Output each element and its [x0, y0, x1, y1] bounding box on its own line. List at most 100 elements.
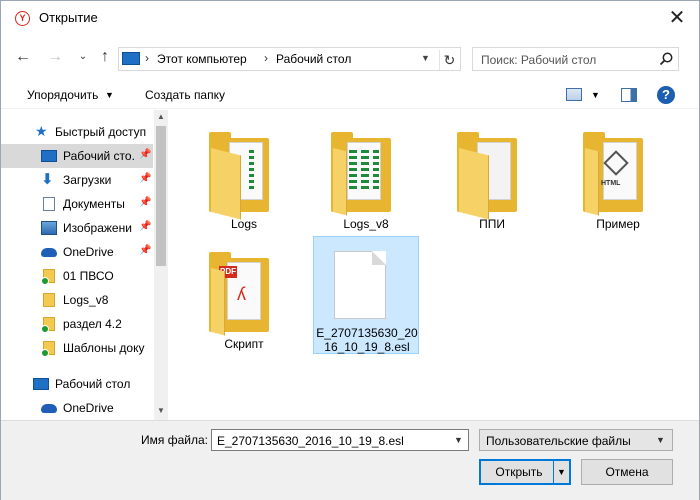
- up-button[interactable]: ↑: [93, 45, 117, 69]
- documents-icon: [43, 197, 55, 211]
- onedrive-icon: [41, 248, 57, 257]
- title-bar: Y Открытие ✕: [1, 1, 699, 35]
- download-icon: ⬇: [41, 171, 54, 188]
- sidebar-item-onedrive[interactable]: OneDrive 📌: [1, 240, 153, 264]
- close-button[interactable]: ✕: [657, 5, 697, 31]
- desktop-icon: [33, 378, 49, 390]
- sidebar-item-quick-access[interactable]: ★ Быстрый доступ: [1, 120, 153, 144]
- sidebar-item-label: Logs_v8: [63, 293, 109, 307]
- chevron-down-icon: ▼: [105, 90, 114, 100]
- folder-item-logs[interactable]: Logs: [191, 116, 297, 234]
- navigation-bar: ← → ⌄ ↑ › Этот компьютер › Рабочий стол …: [1, 35, 699, 83]
- organize-button[interactable]: Упорядочить: [27, 88, 98, 102]
- pin-icon: 📌: [139, 245, 152, 256]
- star-icon: ★: [35, 123, 48, 139]
- help-icon[interactable]: ?: [657, 86, 675, 104]
- recent-locations-button[interactable]: ⌄: [71, 45, 95, 69]
- sidebar-item-label: Быстрый доступ: [55, 125, 147, 139]
- sidebar-item-label: Документы: [63, 197, 125, 211]
- desktop-icon: [41, 150, 57, 162]
- html-badge: HTML: [601, 180, 621, 187]
- chevron-down-icon[interactable]: ▼: [591, 90, 600, 100]
- sidebar-item-folder-01-pvso[interactable]: 01 ПВСО: [1, 264, 153, 288]
- sidebar-item-label: 01 ПВСО: [63, 269, 114, 283]
- sidebar-item-pictures[interactable]: Изображени 📌: [1, 216, 153, 240]
- yandex-browser-icon: Y: [15, 11, 30, 26]
- breadcrumb-separator-icon: ›: [264, 51, 268, 65]
- search-input[interactable]: Поиск: Рабочий стол: [472, 47, 679, 71]
- sidebar-item-label: OneDrive: [63, 401, 114, 415]
- folder-icon: PDF ʎ: [209, 252, 269, 336]
- address-bar[interactable]: › Этот компьютер › Рабочий стол ▼ ↻: [118, 47, 461, 71]
- scrollbar-thumb[interactable]: [156, 126, 166, 266]
- item-label: Logs: [230, 217, 258, 231]
- sidebar-item-onedrive-root[interactable]: OneDrive: [1, 396, 153, 420]
- breadcrumb-desktop[interactable]: Рабочий стол: [276, 52, 351, 66]
- new-folder-button[interactable]: Создать папку: [145, 88, 225, 102]
- refresh-button[interactable]: ↻: [439, 50, 459, 70]
- filename-input[interactable]: E_2707135630_2016_10_19_8.esl ▼: [211, 429, 469, 451]
- sidebar-item-folder-razdel[interactable]: раздел 4.2: [1, 312, 153, 336]
- scroll-up-icon[interactable]: ▲: [157, 112, 165, 121]
- folder-icon: [331, 132, 391, 216]
- filetype-value: Пользовательские файлы: [486, 434, 631, 448]
- back-button[interactable]: ←: [11, 45, 35, 69]
- chevron-down-icon: ▼: [656, 435, 665, 445]
- folder-icon: [209, 132, 269, 220]
- search-icon: [659, 52, 673, 66]
- sync-ok-icon: [41, 325, 49, 333]
- sidebar-item-documents[interactable]: Документы 📌: [1, 192, 153, 216]
- dialog-title: Открытие: [39, 10, 98, 25]
- folder-item-logs-v8[interactable]: Logs_v8: [313, 116, 419, 234]
- sidebar-item-folder-templates[interactable]: Шаблоны доку: [1, 336, 153, 360]
- breadcrumb-this-pc[interactable]: Этот компьютер: [157, 52, 247, 66]
- sidebar-item-label: раздел 4.2: [63, 317, 122, 331]
- pin-icon: 📌: [139, 173, 152, 184]
- open-button-label: Открыть: [495, 465, 543, 479]
- forward-button[interactable]: →: [43, 45, 67, 69]
- folder-icon: [43, 293, 55, 307]
- filetype-select[interactable]: Пользовательские файлы ▼: [479, 429, 673, 451]
- folder-item-example[interactable]: HTML Пример: [565, 116, 671, 234]
- chevron-down-icon[interactable]: ▼: [553, 461, 569, 483]
- sidebar-item-desktop[interactable]: Рабочий сто. 📌: [1, 144, 153, 168]
- sidebar-item-label: Шаблоны доку: [63, 341, 145, 355]
- navigation-pane: ★ Быстрый доступ Рабочий сто. 📌 ⬇ Загруз…: [1, 110, 169, 420]
- open-button[interactable]: Открыть ▼: [479, 459, 571, 485]
- folder-item-script[interactable]: PDF ʎ Скрипт: [191, 236, 297, 354]
- item-label: Logs_v8: [343, 217, 389, 231]
- sidebar-item-label: OneDrive: [63, 245, 114, 259]
- sidebar-item-label: Загрузки: [63, 173, 112, 187]
- sidebar-scrollbar[interactable]: ▲ ▼: [154, 110, 168, 420]
- chevron-down-icon[interactable]: ▼: [454, 435, 463, 445]
- item-label: Скрипт: [224, 337, 264, 351]
- item-label-line2: 16_10_19_8.esl: [324, 340, 410, 354]
- pin-icon: 📌: [139, 197, 152, 208]
- folder-item-ppi[interactable]: ППИ: [439, 116, 545, 234]
- sync-ok-icon: [41, 349, 49, 357]
- open-file-dialog: Y Открытие ✕ ← → ⌄ ↑ › Этот компьютер › …: [0, 0, 700, 500]
- sidebar-item-label: Рабочий сто.: [63, 149, 135, 163]
- cancel-button[interactable]: Отмена: [581, 459, 673, 485]
- sidebar-item-downloads[interactable]: ⬇ Загрузки 📌: [1, 168, 153, 192]
- dialog-footer: Имя файла: E_2707135630_2016_10_19_8.esl…: [1, 420, 699, 500]
- item-label-line1: E_2707135630_20: [316, 326, 418, 340]
- filename-label: Имя файла:: [141, 433, 208, 447]
- file-item-esl[interactable]: E_2707135630_20 16_10_19_8.esl: [313, 236, 419, 354]
- breadcrumb-separator-icon: ›: [145, 51, 149, 65]
- onedrive-icon: [41, 404, 57, 413]
- sidebar-item-folder-logs-v8[interactable]: Logs_v8: [1, 288, 153, 312]
- item-label: ППИ: [479, 217, 505, 231]
- computer-icon: [122, 52, 140, 65]
- preview-pane-icon[interactable]: [621, 88, 637, 102]
- filename-value: E_2707135630_2016_10_19_8.esl: [217, 434, 404, 448]
- sidebar-item-desktop-root[interactable]: Рабочий стол: [1, 372, 153, 396]
- item-label: Пример: [596, 217, 640, 231]
- folder-icon: HTML: [583, 132, 643, 216]
- pin-icon: 📌: [139, 221, 152, 232]
- document-icon: [334, 251, 386, 319]
- chevron-down-icon[interactable]: ▼: [421, 53, 430, 63]
- sidebar-item-label: Изображени: [63, 221, 132, 235]
- change-view-icon[interactable]: [566, 88, 582, 101]
- scroll-down-icon[interactable]: ▼: [157, 406, 165, 415]
